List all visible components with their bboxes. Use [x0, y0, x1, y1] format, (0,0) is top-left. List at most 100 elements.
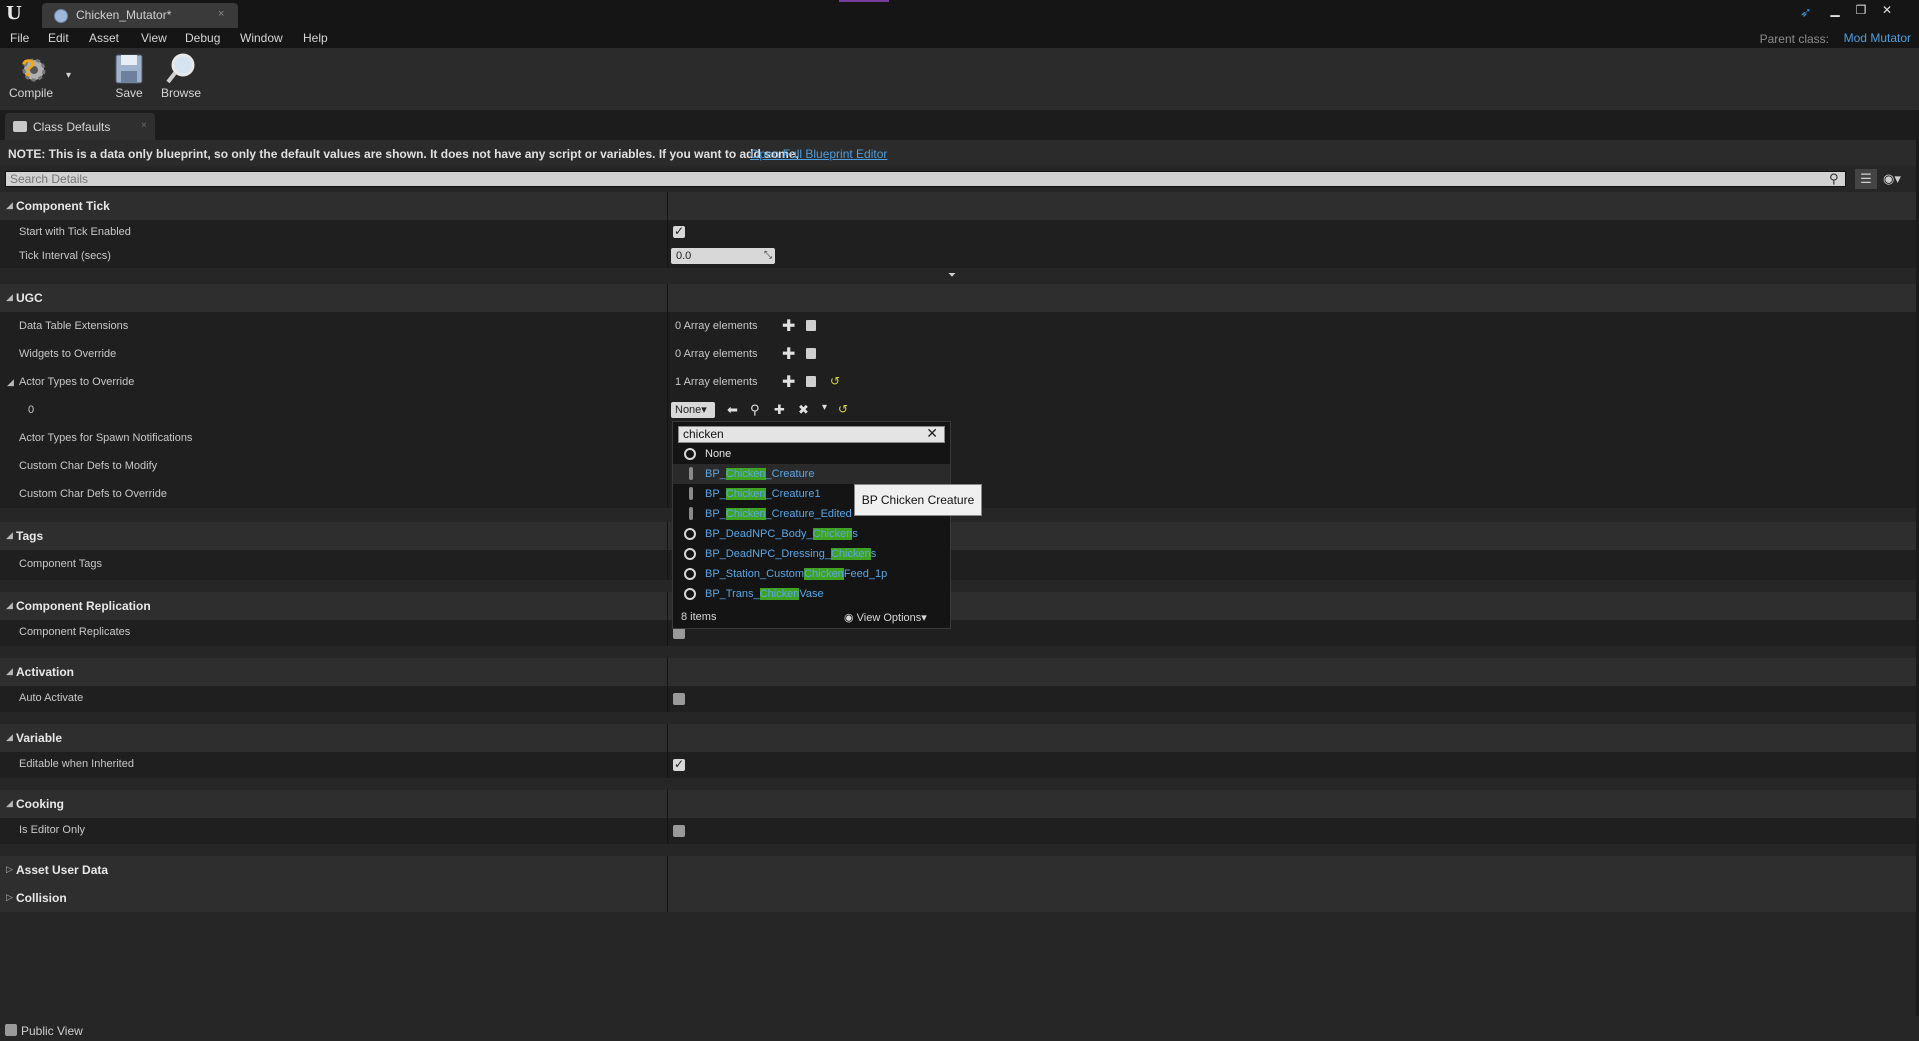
save-icon [112, 52, 146, 86]
options-dropdown-icon[interactable]: ▾ [822, 402, 827, 413]
property-label: Tick Interval (secs) [19, 250, 111, 262]
array-count: 0 Array elements [675, 348, 758, 360]
category-ugc[interactable]: ◢ UGC [0, 284, 1916, 312]
close-tab-icon[interactable]: × [218, 8, 224, 20]
reset-to-default-icon[interactable]: ↺ [838, 402, 848, 416]
menu-edit[interactable]: Edit [48, 31, 69, 45]
add-element-icon[interactable]: ✚ [782, 372, 795, 392]
editable-inherited-checkbox[interactable] [673, 757, 685, 771]
class-picker-dropdown[interactable]: None▾ [671, 402, 715, 418]
menu-file[interactable]: File [10, 31, 29, 45]
open-full-editor-link[interactable]: Open Full Blueprint Editor [750, 147, 887, 161]
category-asset-user-data[interactable]: ▷ Asset User Data [0, 856, 1916, 884]
start-with-tick-checkbox[interactable] [673, 224, 685, 238]
expand-arrow-icon[interactable]: ◢ [6, 798, 13, 809]
minimize-button[interactable]: ▁ [1825, 2, 1845, 18]
expand-arrow-icon[interactable]: ◢ [6, 530, 13, 541]
restore-button[interactable]: ❐ [1851, 2, 1871, 18]
expand-arrow-icon[interactable]: ◢ [6, 600, 13, 611]
trash-icon[interactable] [806, 376, 816, 387]
add-icon[interactable]: ✚ [774, 402, 785, 418]
compile-options-dropdown[interactable]: ▾ [66, 70, 71, 81]
add-element-icon[interactable]: ✚ [782, 344, 795, 364]
expand-arrow-icon[interactable]: ◢ [6, 732, 13, 743]
advanced-expand-icon[interactable]: ⏷ [948, 270, 956, 281]
category-collision[interactable]: ▷ Collision [0, 884, 1916, 912]
class-picker-popup: chicken ✕ None BP_Chicken_Creature BP_Ch… [672, 421, 951, 629]
category-variable[interactable]: ◢ Variable [0, 724, 1916, 752]
category-cooking[interactable]: ◢ Cooking [0, 790, 1916, 818]
expand-arrow-icon[interactable]: ◢ [7, 377, 14, 388]
is-editor-only-checkbox[interactable] [673, 825, 685, 837]
public-view-label: Public View [21, 1024, 83, 1038]
document-tab[interactable]: Chicken_Mutator* × [42, 3, 238, 28]
property-label: Editable when Inherited [19, 758, 134, 770]
picker-item-label: BP_Chicken_Creature1 [705, 488, 821, 500]
clear-icon[interactable]: ✖ [798, 402, 809, 418]
auto-activate-checkbox[interactable] [673, 693, 685, 705]
reset-to-default-icon[interactable]: ↺ [830, 374, 840, 388]
picker-item[interactable]: None [673, 444, 950, 464]
picker-item[interactable]: BP_DeadNPC_Dressing_Chickens [673, 544, 950, 564]
search-icon[interactable]: ⚲ [1829, 171, 1839, 187]
trash-icon[interactable] [806, 348, 816, 359]
view-options-button[interactable]: ◉ View Options▾ [844, 611, 927, 624]
expand-arrow-icon[interactable]: ◢ [6, 200, 13, 211]
search-details-input[interactable] [5, 171, 1846, 187]
property-label: Actor Types to Override [19, 376, 135, 388]
public-view-checkbox[interactable] [5, 1024, 17, 1036]
close-panel-icon[interactable]: × [141, 120, 147, 131]
save-button[interactable]: Save [110, 52, 148, 100]
picker-item[interactable]: BP_DeadNPC_Body_Chickens [673, 524, 950, 544]
collapsed-arrow-icon[interactable]: ▷ [6, 892, 13, 903]
picker-item[interactable]: BP_Station_CustomChickenFeed_1p [673, 564, 950, 584]
property-row: Component Tags [0, 550, 1916, 580]
list-view-icon[interactable]: ☰ [1855, 169, 1877, 189]
close-window-button[interactable]: ✕ [1877, 2, 1897, 18]
category-label: Component Replication [16, 599, 151, 613]
browse-icon[interactable]: ⚲ [750, 402, 760, 418]
collapsed-arrow-icon[interactable]: ▷ [6, 864, 13, 875]
property-row: Tick Interval (secs) 0.0 ⤡ [0, 244, 1916, 268]
category-label: Collision [16, 891, 67, 905]
menu-asset[interactable]: Asset [89, 31, 119, 45]
spin-icon[interactable]: ⤡ [764, 248, 772, 264]
element-index: 0 [28, 404, 35, 416]
visibility-options-icon[interactable]: ◉▾ [1883, 171, 1913, 187]
clear-search-icon[interactable]: ✕ [926, 426, 938, 441]
property-label: Auto Activate [19, 692, 84, 704]
tab-class-defaults[interactable]: Class Defaults × [5, 113, 155, 140]
expand-arrow-icon[interactable]: ◢ [6, 666, 13, 677]
menu-debug[interactable]: Debug [185, 31, 220, 45]
picker-item[interactable]: BP_Trans_ChickenVase [673, 584, 950, 604]
expand-arrow-icon[interactable]: ◢ [6, 292, 13, 303]
menu-help[interactable]: Help [303, 31, 328, 45]
property-label: Actor Types for Spawn Notifications [19, 432, 193, 444]
blueprint-actor-icon [689, 507, 693, 520]
unreal-logo-icon[interactable]: U [6, 4, 26, 24]
array-count: 0 Array elements [675, 320, 758, 332]
use-selected-icon[interactable]: ⬅ [727, 402, 738, 418]
menu-view[interactable]: View [141, 31, 167, 45]
parent-class-link[interactable]: Mod Mutator [1844, 31, 1911, 45]
picker-item[interactable]: BP_Chicken_Creature [673, 464, 950, 484]
category-label: Asset User Data [16, 863, 109, 877]
category-activation[interactable]: ◢ Activation [0, 658, 1916, 686]
trash-icon[interactable] [806, 320, 816, 331]
class-icon [684, 588, 696, 600]
property-row: Is Editor Only [0, 818, 1916, 844]
svg-text:?: ? [21, 55, 36, 82]
menu-window[interactable]: Window [240, 31, 283, 45]
category-component-replication[interactable]: ◢ Component Replication [0, 592, 1916, 620]
search-row: ⚲ ☰ ◉▾ [0, 168, 1919, 190]
browse-button[interactable]: Browse [158, 52, 204, 100]
compile-button[interactable]: ? Compile [8, 52, 54, 100]
add-element-icon[interactable]: ✚ [782, 316, 795, 336]
category-label: Component Tick [16, 199, 110, 213]
picker-search-text: chicken [683, 427, 724, 441]
category-component-tick[interactable]: ◢ Component Tick [0, 192, 1916, 220]
category-tags[interactable]: ◢ Tags [0, 522, 1916, 550]
picker-search-input[interactable]: chicken ✕ [678, 426, 945, 443]
tick-interval-input[interactable]: 0.0 ⤡ [671, 248, 775, 264]
class-icon [684, 568, 696, 580]
